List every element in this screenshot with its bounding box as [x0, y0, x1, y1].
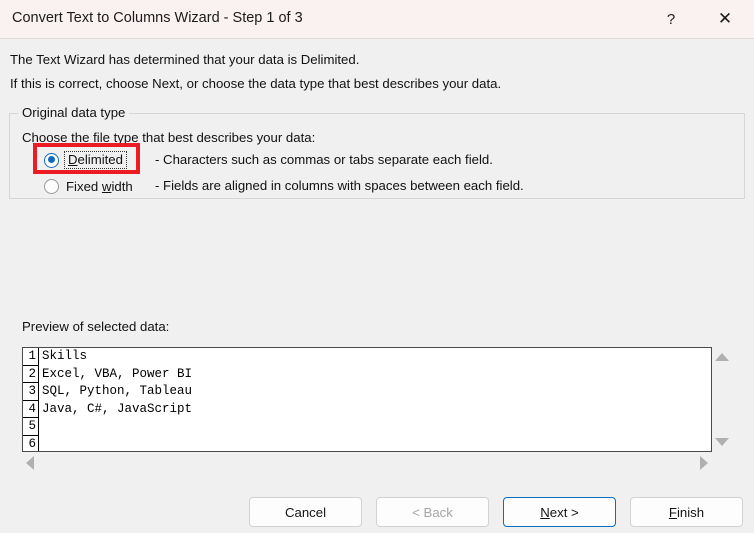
radio-fixed-width-description: - Fields are aligned in columns with spa…	[155, 178, 524, 193]
preview-row-number: 2	[23, 365, 39, 383]
preview-row: 1 Skills	[23, 348, 711, 366]
finish-button-accel: F	[668, 504, 677, 520]
radio-delimited-description: - Characters such as commas or tabs sepa…	[155, 152, 493, 167]
preview-row-number: 5	[23, 418, 39, 436]
choose-file-type-label: Choose the file type that best describes…	[22, 130, 316, 145]
finish-button-rest: inish	[676, 504, 705, 520]
preview-label: Preview of selected data:	[22, 319, 170, 334]
preview-data-pane[interactable]: 1 Skills 2 Excel, VBA, Power BI 3 SQL, Python…	[22, 347, 712, 452]
preview-row-number: 6	[23, 435, 39, 451]
radio-fixed-width-rest: idth	[111, 178, 133, 194]
scroll-up-icon[interactable]	[715, 353, 729, 361]
finish-button[interactable]: Finish	[630, 497, 743, 527]
scroll-right-icon[interactable]	[700, 456, 708, 470]
scroll-left-icon[interactable]	[26, 456, 34, 470]
preview-row-number: 1	[23, 348, 39, 366]
title-bar: Convert Text to Columns Wizard - Step 1 …	[0, 0, 754, 39]
preview-row: 4 Java, C#, JavaScript	[23, 400, 711, 418]
radio-delimited-accel: D	[68, 152, 78, 167]
radio-delimited-rest: elimited	[77, 152, 123, 167]
preview-row-number: 4	[23, 400, 39, 418]
preview-row-number: 3	[23, 383, 39, 401]
preview-row-text	[39, 418, 42, 436]
preview-row: 5	[23, 418, 711, 436]
radio-fixed-width-pre: Fixed	[66, 178, 102, 194]
next-button[interactable]: Next >	[503, 497, 616, 527]
group-legend: Original data type	[18, 105, 130, 120]
preview-row-text: SQL, Python, Tableau	[42, 384, 193, 398]
help-icon[interactable]: ?	[648, 0, 694, 38]
radio-selected-icon	[44, 152, 59, 168]
preview-horizontal-scrollbar[interactable]	[22, 452, 712, 472]
cancel-button[interactable]: Cancel	[249, 497, 362, 527]
preview-row-text: Skills	[42, 349, 88, 363]
preview-row: 2 Excel, VBA, Power BI	[23, 365, 711, 383]
scroll-down-icon[interactable]	[715, 438, 729, 446]
preview-row-text: Java, C#, JavaScript	[42, 401, 193, 416]
preview-row: 3 SQL, Python, Tableau	[23, 383, 711, 401]
radio-fixed-width[interactable]: Fixed width	[44, 176, 133, 196]
radio-delimited-label: Delimited	[64, 151, 127, 169]
preview-row: 6	[23, 435, 711, 452]
preview-row-text: Excel, VBA, Power BI	[42, 366, 193, 381]
preview-row-text	[39, 436, 42, 452]
back-button[interactable]: < Back	[376, 497, 489, 527]
intro-line-2: If this is correct, choose Next, or choo…	[10, 76, 502, 91]
next-button-rest: ext >	[549, 504, 579, 520]
preview-vertical-scrollbar[interactable]	[712, 347, 732, 452]
intro-line-1: The Text Wizard has determined that your…	[10, 52, 360, 67]
close-icon[interactable]: ✕	[702, 0, 748, 38]
window-title: Convert Text to Columns Wizard - Step 1 …	[12, 10, 303, 26]
radio-fixed-width-label: Fixed width	[66, 179, 133, 194]
next-button-accel: N	[540, 504, 550, 520]
radio-unselected-icon	[44, 178, 59, 194]
radio-delimited[interactable]: Delimited	[44, 150, 127, 170]
